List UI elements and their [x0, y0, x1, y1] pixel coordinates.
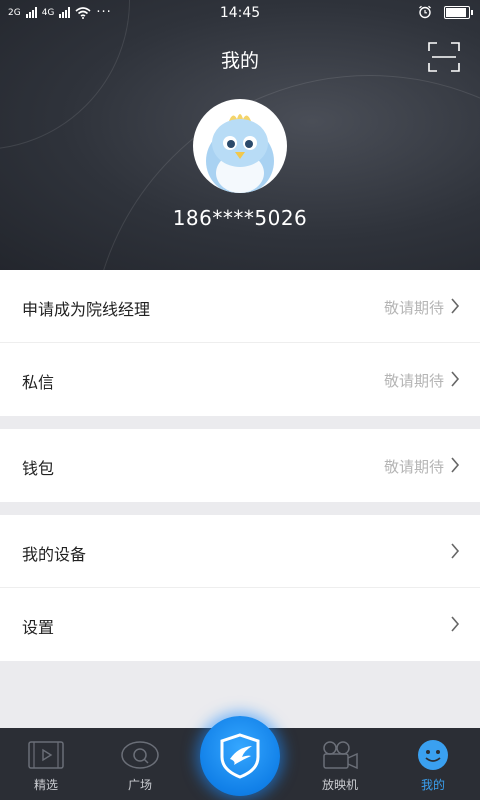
battery-level: [446, 7, 466, 17]
center-action-button[interactable]: [200, 716, 280, 796]
scan-icon[interactable]: [428, 42, 460, 72]
bird-mascot-icon: [206, 114, 274, 193]
user-phone: 186****5026: [172, 206, 308, 230]
chevron-right-icon: [451, 298, 460, 314]
menu-item-messages[interactable]: 私信 敬请期待: [0, 343, 480, 416]
tab-mine[interactable]: 我的: [393, 728, 473, 800]
menu-item-wallet[interactable]: 钱包 敬请期待: [0, 429, 480, 502]
page-title: 我的: [220, 50, 259, 72]
menu-item-status: 敬请期待: [383, 372, 444, 390]
chevron-right-icon: [451, 457, 460, 473]
menu-group: 钱包 敬请期待: [0, 429, 480, 502]
status-bar: 2G 4G ··· 14:45: [0, 0, 480, 26]
app-logo-icon: [220, 733, 260, 779]
menu-item-label: 钱包: [22, 459, 55, 478]
menu-item-status: 敬请期待: [383, 458, 444, 476]
battery-icon: [444, 5, 473, 19]
menu-item-status: 敬请期待: [383, 299, 444, 317]
film-icon: [28, 741, 64, 769]
chevron-right-icon: [451, 371, 460, 387]
menu-item-label: 申请成为院线经理: [22, 300, 151, 319]
avatar[interactable]: [193, 99, 287, 193]
chevron-right-icon: [451, 543, 460, 559]
menu-item-label: 私信: [22, 373, 55, 392]
decorative-circle: [90, 75, 480, 270]
projector-icon: [323, 741, 358, 770]
menu-item-cinema-manager[interactable]: 申请成为院线经理 敬请期待: [0, 270, 480, 343]
menu-group: 申请成为院线经理 敬请期待 私信 敬请期待: [0, 270, 480, 416]
status-time: 14:45: [219, 5, 261, 21]
menu-item-my-devices[interactable]: 我的设备: [0, 515, 480, 588]
tab-projector[interactable]: 放映机: [300, 728, 380, 800]
menu-group: 我的设备 设置: [0, 515, 480, 661]
menu-item-label: 我的设备: [22, 545, 87, 564]
tab-label: 精选: [33, 778, 58, 792]
menu-item-label: 设置: [22, 618, 55, 637]
tab-label: 我的: [420, 778, 445, 792]
profile-header: 2G 4G ··· 14:45 我的 186****5026: [0, 0, 480, 270]
smiley-icon: [418, 740, 448, 770]
plaza-icon: [121, 741, 159, 769]
alarm-icon: [419, 5, 431, 19]
tab-label: 放映机: [321, 778, 358, 792]
tab-plaza[interactable]: 广场: [100, 728, 180, 800]
tab-featured[interactable]: 精选: [6, 728, 86, 800]
menu-item-settings[interactable]: 设置: [0, 588, 480, 661]
tab-label: 广场: [127, 778, 152, 792]
chevron-right-icon: [451, 616, 460, 632]
